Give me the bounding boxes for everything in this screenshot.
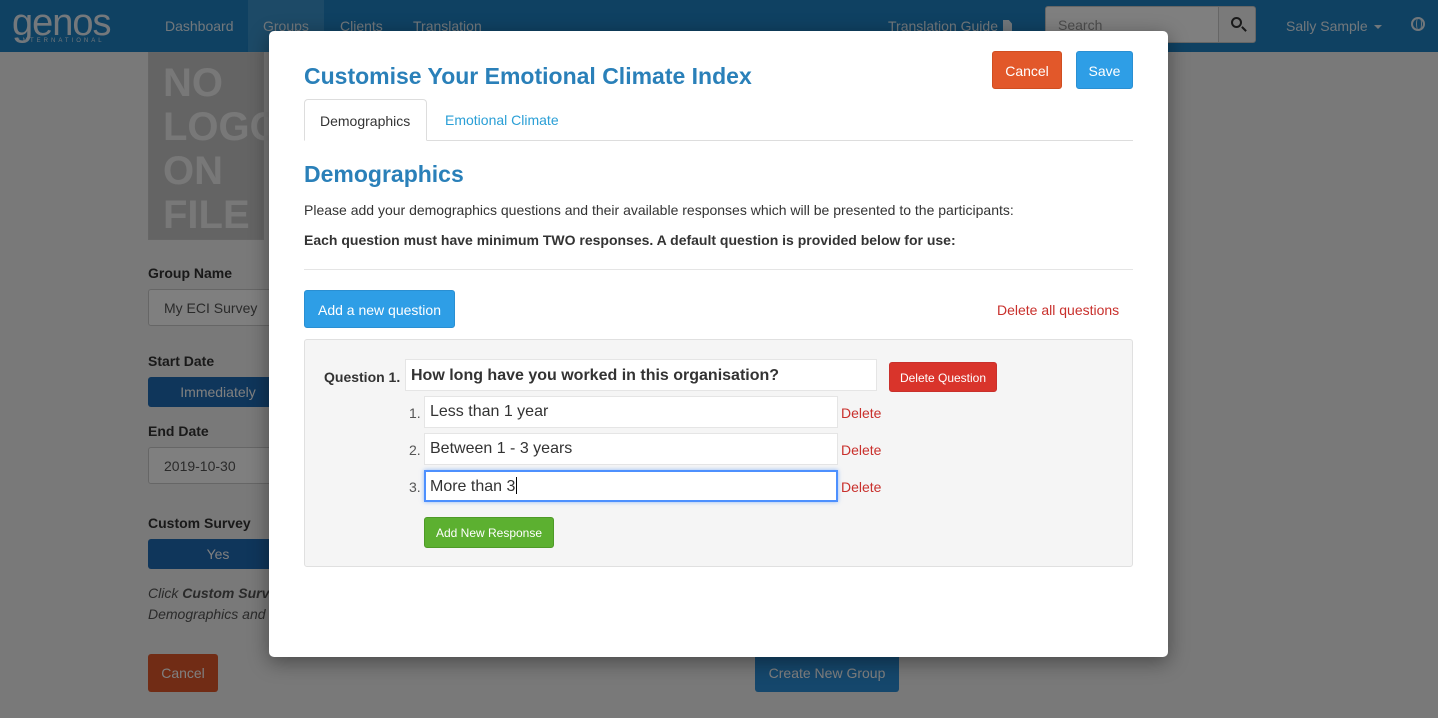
add-question-button[interactable]: Add a new question	[304, 290, 455, 328]
question-text-input[interactable]: How long have you worked in this organis…	[405, 359, 877, 391]
divider	[304, 269, 1133, 270]
add-new-response-button[interactable]: Add New Response	[424, 517, 554, 548]
customise-eci-modal: Customise Your Emotional Climate Index C…	[269, 31, 1168, 657]
response-number: 3.	[409, 479, 421, 495]
question-panel: Question 1. How long have you worked in …	[304, 339, 1133, 567]
response-input-1[interactable]: Less than 1 year	[424, 396, 838, 428]
response-input-3[interactable]: More than 3	[424, 470, 838, 502]
tab-emotional-climate[interactable]: Emotional Climate	[430, 99, 574, 141]
intro-requirement-text: Each question must have minimum TWO resp…	[304, 232, 956, 248]
tab-demographics[interactable]: Demographics	[304, 99, 427, 141]
response-number: 2.	[409, 442, 421, 458]
delete-question-button[interactable]: Delete Question	[889, 362, 997, 392]
delete-all-questions-link[interactable]: Delete all questions	[997, 302, 1119, 318]
modal-cancel-button[interactable]: Cancel	[992, 51, 1062, 89]
question-label: Question 1.	[324, 369, 401, 385]
modal-title: Customise Your Emotional Climate Index	[304, 63, 752, 89]
response-input-2[interactable]: Between 1 - 3 years	[424, 433, 838, 465]
delete-response-1-link[interactable]: Delete	[841, 405, 881, 421]
modal-save-button[interactable]: Save	[1076, 51, 1133, 89]
modal-tabs: Demographics Emotional Climate	[304, 99, 1133, 141]
intro-text: Please add your demographics questions a…	[304, 202, 1014, 218]
delete-response-3-link[interactable]: Delete	[841, 479, 881, 495]
response-number: 1.	[409, 405, 421, 421]
delete-response-2-link[interactable]: Delete	[841, 442, 881, 458]
section-title: Demographics	[304, 161, 464, 187]
